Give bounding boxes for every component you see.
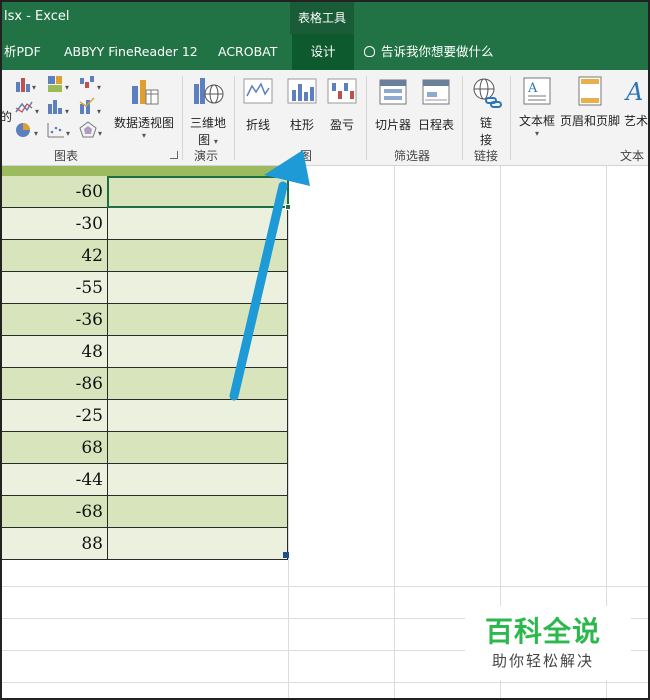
watermark-subtitle: 助你轻松解决 (492, 652, 595, 670)
excel-window: lsx - Excel 表格工具 析PDF ABBYY FineReader 1… (0, 0, 650, 700)
watermark-title: 百科全说 (485, 615, 602, 648)
annotation-arrow (229, 150, 310, 401)
watermark: 百科全说 助你轻松解决 (465, 606, 631, 680)
